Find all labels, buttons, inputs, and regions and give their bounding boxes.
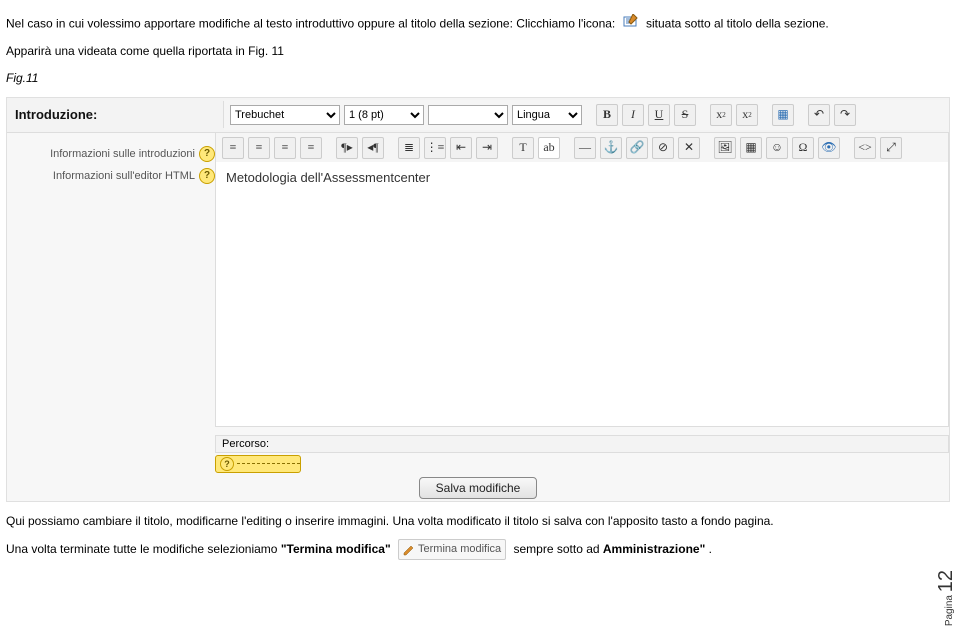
unlink-button[interactable]: ⊘ <box>652 137 674 159</box>
intro-paragraph-2: Apparirà una videata come quella riporta… <box>6 42 954 61</box>
bulleted-list-button[interactable]: ⋮≡ <box>424 137 446 159</box>
align-left-button[interactable]: ≡ <box>222 137 244 159</box>
help-link-html-label: Informazioni sull'editor HTML <box>53 170 195 182</box>
editor-textarea[interactable]: Metodologia dell'Assessmentcenter <box>215 162 949 427</box>
text-p4b: sempre sotto ad <box>514 542 603 556</box>
italic-button[interactable]: I <box>622 104 644 126</box>
numbered-list-button[interactable]: ≣ <box>398 137 420 159</box>
help-link-intro[interactable]: Informazioni sulle introduzioni ? <box>15 146 215 162</box>
text-p4-bold2: Amministrazione" <box>603 542 705 556</box>
help-icon: ? <box>199 168 215 184</box>
save-changes-button[interactable]: Salva modifiche <box>419 477 538 499</box>
text-p1a: Nel caso in cui volessimo apportare modi… <box>6 16 615 30</box>
text-p1b: situata sotto al titolo della sezione. <box>646 16 829 30</box>
table-button[interactable]: ▦ <box>740 137 762 159</box>
bg-color-button[interactable]: ab <box>538 137 560 159</box>
path-row: Percorso: <box>215 435 949 453</box>
strike-button[interactable]: S <box>674 104 696 126</box>
rich-text-toolbar-1: Trebuchet 1 (8 pt) Lingua B I U S x2 x2 … <box>224 100 949 130</box>
superscript-button[interactable]: x2 <box>736 104 758 126</box>
subscript-button[interactable]: x2 <box>710 104 732 126</box>
outdent-button[interactable]: ⇤ <box>450 137 472 159</box>
ltr-button[interactable]: ¶▸ <box>336 137 358 159</box>
help-link-html[interactable]: Informazioni sull'editor HTML ? <box>15 168 215 184</box>
font-family-select[interactable]: Trebuchet <box>230 105 340 125</box>
intro-paragraph-1: Nel caso in cui volessimo apportare modi… <box>6 14 954 34</box>
text-p4a: Una volta terminate tutte le modifiche s… <box>6 542 281 556</box>
text-p4-bold1: "Termina modifica" <box>281 542 391 556</box>
post-paragraph-2: Una volta terminate tutte le modifiche s… <box>6 539 954 561</box>
termina-modifica-label: Termina modifica <box>418 541 501 559</box>
find-button[interactable]: 👁 <box>818 137 840 159</box>
help-icon: ? <box>220 457 234 471</box>
page-number-prefix: Pagina <box>944 595 955 626</box>
undo-button[interactable]: ↶ <box>808 104 830 126</box>
editor-content-text: Metodologia dell'Assessmentcenter <box>216 162 948 193</box>
text-p4c: . <box>709 542 712 556</box>
style-select[interactable] <box>428 105 508 125</box>
bold-button[interactable]: B <box>596 104 618 126</box>
image-button[interactable]: 🖼 <box>714 137 736 159</box>
rtl-button[interactable]: ◂¶ <box>362 137 384 159</box>
page-number-value: 12 <box>935 570 957 592</box>
redo-button[interactable]: ↷ <box>834 104 856 126</box>
underline-button[interactable]: U <box>648 104 670 126</box>
page-number: Pagina 12 <box>935 570 958 626</box>
special-char-button[interactable]: Ω <box>792 137 814 159</box>
path-label: Percorso: <box>222 438 269 450</box>
anchor-button[interactable]: ⚓ <box>600 137 622 159</box>
emoji-button[interactable]: ☺ <box>766 137 788 159</box>
hr-button[interactable]: ― <box>574 137 596 159</box>
nolink-button[interactable]: ✕ <box>678 137 700 159</box>
tooltip-help-bar[interactable]: ? <box>215 455 301 473</box>
termina-modifica-inline-button: Termina modifica <box>398 539 506 561</box>
introduzione-label: Introduzione: <box>7 101 224 128</box>
post-paragraph-1: Qui possiamo cambiare il titolo, modific… <box>6 512 954 531</box>
justify-button[interactable]: ≡ <box>300 137 322 159</box>
help-sidebar: Informazioni sulle introduzioni ? Inform… <box>7 132 223 198</box>
help-link-intro-label: Informazioni sulle introduzioni <box>50 148 195 160</box>
indent-button[interactable]: ⇥ <box>476 137 498 159</box>
editor-screenshot: Introduzione: Trebuchet 1 (8 pt) Lingua … <box>6 97 950 502</box>
text-color-button[interactable]: T <box>512 137 534 159</box>
link-button[interactable]: 🔗 <box>626 137 648 159</box>
rich-text-toolbar-2: ≡ ≡ ≡ ≡ ¶▸ ◂¶ ≣ ⋮≡ ⇤ ⇥ T ab ― ⚓ 🔗 ⊘ ✕ 🖼 … <box>215 132 949 164</box>
lang-select[interactable]: Lingua <box>512 105 582 125</box>
pencil-icon <box>403 544 415 556</box>
align-right-button[interactable]: ≡ <box>274 137 296 159</box>
edit-icon <box>623 14 639 34</box>
fullscreen-button[interactable]: ⤢ <box>880 137 902 159</box>
align-center-button[interactable]: ≡ <box>248 137 270 159</box>
clean-button[interactable]: ▦ <box>772 104 794 126</box>
font-size-select[interactable]: 1 (8 pt) <box>344 105 424 125</box>
figure-label: Fig.11 <box>6 69 954 88</box>
help-icon: ? <box>199 146 215 162</box>
source-button[interactable]: <> <box>854 137 876 159</box>
